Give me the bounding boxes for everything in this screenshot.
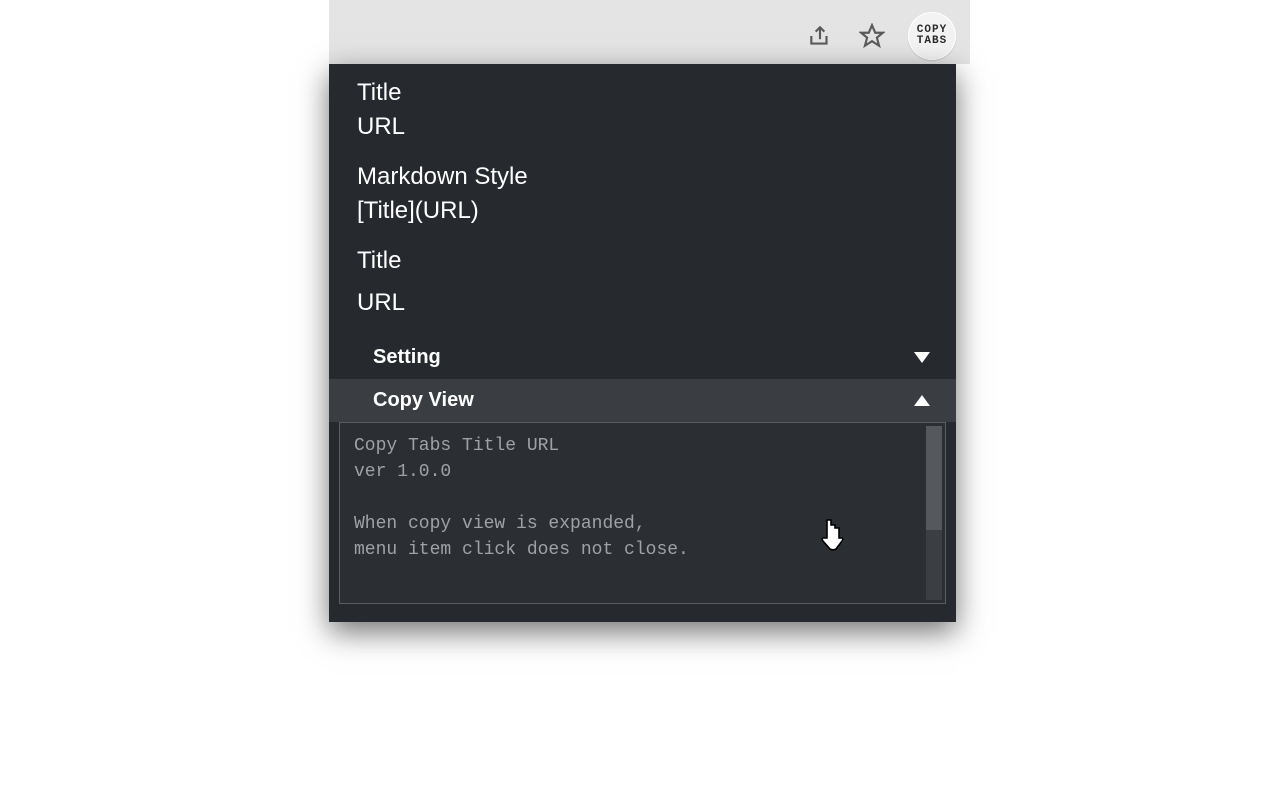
section-label: Setting [373,346,441,369]
menu-item-title[interactable]: Title [329,244,956,278]
section-label: Copy View [373,389,474,412]
menu-item-title-url[interactable]: Title URL [329,76,956,160]
copy-view-text[interactable]: Copy Tabs Title URL ver 1.0.0 When copy … [340,423,945,603]
copy-view-panel: Copy Tabs Title URL ver 1.0.0 When copy … [339,422,946,604]
menu-line: [Title](URL) [357,194,928,228]
menu-item-url[interactable]: URL [329,286,956,336]
browser-toolbar: COPY TABS [329,0,970,64]
chevron-up-icon [914,395,930,406]
section-setting[interactable]: Setting [329,336,956,379]
menu-line: URL [357,286,928,320]
menu-line: Markdown Style [357,160,928,194]
scrollbar-thumb[interactable] [926,426,942,530]
star-icon[interactable] [856,20,888,52]
menu-line: Title [357,244,928,278]
menu-line: Title [357,76,928,110]
menu-item-markdown[interactable]: Markdown Style [Title](URL) [329,160,956,244]
chevron-down-icon [914,352,930,363]
copy-tabs-extension-button[interactable]: COPY TABS [908,12,956,60]
menu-line: URL [357,110,928,144]
section-copy-view[interactable]: Copy View [329,379,956,422]
extension-popup: Title URL Markdown Style [Title](URL) Ti… [329,64,956,622]
share-icon[interactable] [804,20,836,52]
